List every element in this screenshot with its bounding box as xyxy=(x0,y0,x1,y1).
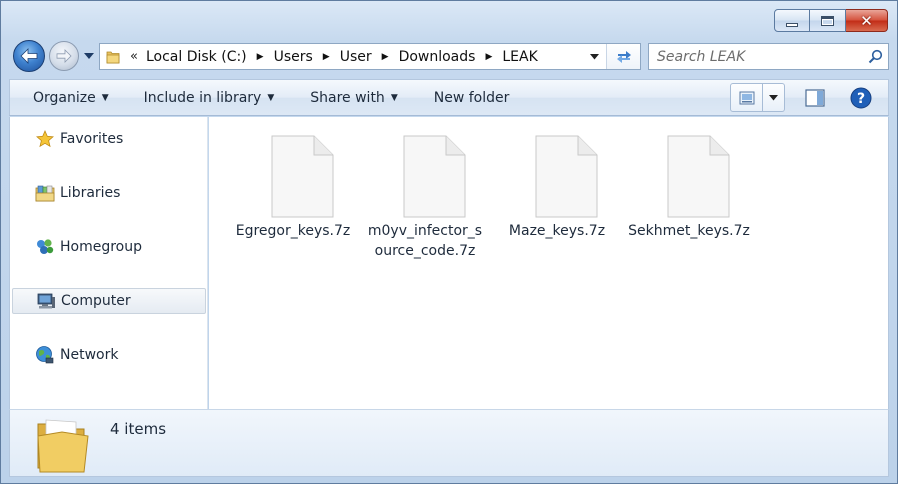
close-button[interactable]: ✕ xyxy=(846,9,888,32)
nav-item-computer[interactable]: Computer xyxy=(12,288,206,314)
chevron-down-icon xyxy=(769,94,778,100)
help-icon: ? xyxy=(850,87,872,109)
maximize-icon xyxy=(821,15,834,26)
breadcrumb-downloads[interactable]: Downloads xyxy=(399,49,476,65)
nav-item-network[interactable]: Network xyxy=(12,342,206,368)
folder-icon xyxy=(102,43,124,70)
file-list: Egregor_keys.7z m0yv_infector_source_cod… xyxy=(209,117,889,409)
navigation-row: « Local Disk (C:) ▶ Users ▶ User ▶ Downl… xyxy=(11,39,889,73)
caption-buttons: ✕ xyxy=(774,9,888,32)
file-item[interactable]: Sekhmet_keys.7z xyxy=(623,117,755,241)
address-dropdown-button[interactable] xyxy=(586,44,602,69)
forward-button[interactable] xyxy=(49,41,79,71)
search-input[interactable] xyxy=(649,44,862,69)
explorer-window: ✕ « Local Disk (C:) ▶ Users ▶ User ▶ Dow… xyxy=(0,0,898,484)
organize-button[interactable]: Organize ▼ xyxy=(23,83,119,113)
nav-item-label: Libraries xyxy=(60,185,121,201)
nav-item-label: Computer xyxy=(61,293,131,309)
file-name: Maze_keys.7z xyxy=(508,223,606,239)
file-icon xyxy=(667,135,730,218)
view-icon xyxy=(739,91,754,104)
file-item[interactable]: Maze_keys.7z xyxy=(491,117,623,241)
folder-icon xyxy=(37,419,89,473)
chevron-down-icon: ▼ xyxy=(267,92,275,103)
maximize-button[interactable] xyxy=(810,9,846,32)
close-icon: ✕ xyxy=(860,11,873,30)
include-in-library-label: Include in library xyxy=(143,89,262,106)
nav-item-favorites[interactable]: Favorites xyxy=(12,126,206,152)
nav-item-homegroup[interactable]: Homegroup xyxy=(12,234,206,260)
include-in-library-button[interactable]: Include in library ▼ xyxy=(134,83,285,113)
new-folder-label: New folder xyxy=(433,89,510,106)
breadcrumb-separator-icon[interactable]: ▶ xyxy=(323,52,330,62)
chevron-down-icon: ▼ xyxy=(101,92,109,103)
file-item[interactable]: m0yv_infector_source_code.7z xyxy=(359,117,491,261)
view-dropdown-button[interactable] xyxy=(763,83,785,112)
breadcrumb-overflow-button[interactable]: « xyxy=(130,49,138,64)
new-folder-button[interactable]: New folder xyxy=(424,83,520,113)
help-button[interactable]: ? xyxy=(848,85,874,111)
svg-text:?: ? xyxy=(857,91,865,107)
file-icon xyxy=(403,135,466,218)
details-pane: 4 items xyxy=(9,409,889,477)
nav-item-label: Network xyxy=(60,347,119,363)
search-icon[interactable] xyxy=(862,44,888,69)
preview-pane-icon xyxy=(805,89,825,107)
refresh-button[interactable] xyxy=(606,44,640,69)
minimize-button[interactable] xyxy=(774,9,810,32)
libraries-icon xyxy=(34,182,56,204)
file-name: m0yv_infector_source_code.7z xyxy=(367,223,483,259)
file-name: Egregor_keys.7z xyxy=(235,223,351,239)
nav-item-libraries[interactable]: Libraries xyxy=(12,180,206,206)
view-options xyxy=(730,83,785,112)
refresh-icon xyxy=(616,50,631,63)
address-bar[interactable]: « Local Disk (C:) ▶ Users ▶ User ▶ Downl… xyxy=(99,43,641,70)
computer-icon xyxy=(35,290,57,312)
breadcrumb-separator-icon[interactable]: ▶ xyxy=(257,52,264,62)
chevron-down-icon xyxy=(84,52,94,59)
network-icon xyxy=(34,344,56,366)
breadcrumb-users[interactable]: Users xyxy=(274,49,313,65)
file-icon xyxy=(535,135,598,218)
change-view-button[interactable] xyxy=(730,83,763,112)
nav-item-label: Favorites xyxy=(60,131,124,147)
arrow-right-icon xyxy=(56,49,72,63)
breadcrumb-leak[interactable]: LEAK xyxy=(502,49,537,65)
chevron-down-icon xyxy=(589,53,599,59)
share-with-button[interactable]: Share with ▼ xyxy=(300,83,407,113)
nav-item-label: Homegroup xyxy=(60,239,143,255)
back-button[interactable] xyxy=(13,40,45,72)
arrow-left-icon xyxy=(20,48,38,64)
file-name: Sekhmet_keys.7z xyxy=(628,223,750,239)
breadcrumb-separator-icon[interactable]: ▶ xyxy=(485,52,492,62)
breadcrumb: Local Disk (C:) ▶ Users ▶ User ▶ Downloa… xyxy=(146,49,538,65)
recent-pages-button[interactable] xyxy=(83,49,95,63)
command-bar: Organize ▼ Include in library ▼ Share wi… xyxy=(9,79,889,116)
file-item[interactable]: Egregor_keys.7z xyxy=(227,117,359,241)
item-count: 4 items xyxy=(110,420,167,438)
preview-pane-button[interactable] xyxy=(802,85,828,111)
navigation-pane: Favorites Libraries Homegroup Computer N… xyxy=(9,117,208,409)
search-box xyxy=(648,43,889,70)
star-icon xyxy=(34,128,56,150)
minimize-icon xyxy=(786,22,798,27)
chevron-down-icon: ▼ xyxy=(390,92,398,103)
breadcrumb-local-disk[interactable]: Local Disk (C:) xyxy=(146,49,247,65)
file-icon xyxy=(271,135,334,218)
breadcrumb-user[interactable]: User xyxy=(340,49,372,65)
homegroup-icon xyxy=(34,236,56,258)
share-with-label: Share with xyxy=(310,89,385,106)
organize-label: Organize xyxy=(33,89,96,106)
breadcrumb-separator-icon[interactable]: ▶ xyxy=(382,52,389,62)
